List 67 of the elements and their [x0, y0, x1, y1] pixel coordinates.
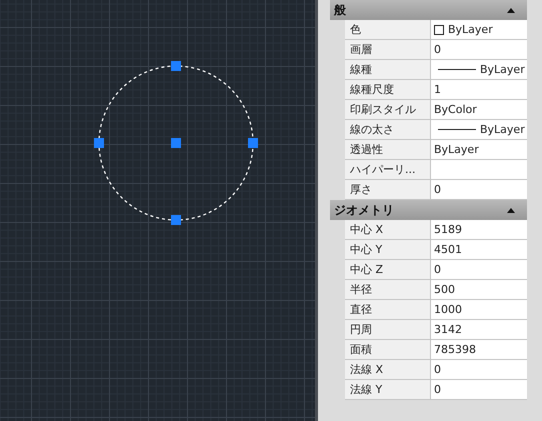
property-value[interactable]: ByLayer	[431, 60, 527, 79]
property-label: 直径	[345, 300, 431, 319]
property-value[interactable]: 3142	[431, 320, 527, 339]
property-label: 線種	[345, 60, 431, 79]
grip-handle[interactable]	[94, 138, 104, 148]
property-label: 半径	[345, 280, 431, 299]
value-text: 3142	[434, 323, 462, 336]
property-value[interactable]: 1000	[431, 300, 527, 319]
property-value[interactable]: 1	[431, 80, 527, 99]
value-text: 500	[434, 283, 455, 296]
value-text: ByLayer	[448, 23, 493, 36]
value-text: 1	[434, 83, 441, 96]
section-header[interactable]: 般	[330, 0, 527, 20]
property-value[interactable]: 785398	[431, 340, 527, 359]
property-label: 中心 Z	[345, 260, 431, 279]
value-text: ByLayer	[434, 143, 479, 156]
property-label: ハイパーリ...	[345, 160, 431, 179]
property-label: 中心 Y	[345, 240, 431, 259]
line-sample-icon	[438, 69, 476, 70]
value-text: 0	[434, 263, 441, 276]
property-value[interactable]: 0	[431, 260, 527, 279]
value-text: 0	[434, 183, 441, 196]
value-text: 0	[434, 383, 441, 396]
property-label: 線の太さ	[345, 120, 431, 139]
section-title: ジオメトリ	[334, 202, 394, 218]
property-label: 法線 Y	[345, 380, 431, 399]
property-value[interactable]: 5189	[431, 220, 527, 239]
grip-handle[interactable]	[171, 61, 181, 71]
collapse-icon[interactable]	[507, 208, 515, 212]
value-text: ByLayer	[480, 123, 525, 136]
section-title: 般	[334, 2, 346, 18]
value-text: 0	[434, 43, 441, 56]
property-label: 中心 X	[345, 220, 431, 239]
property-value[interactable]: 0	[431, 360, 527, 379]
property-value[interactable]: 0	[431, 40, 527, 59]
property-label: 印刷スタイル	[345, 100, 431, 119]
property-value[interactable]	[431, 160, 527, 179]
property-label: 法線 X	[345, 360, 431, 379]
value-text: 785398	[434, 343, 476, 356]
property-label: 画層	[345, 40, 431, 59]
grip-handle[interactable]	[248, 138, 258, 148]
property-label: 円周	[345, 320, 431, 339]
value-text: ByLayer	[480, 63, 525, 76]
property-value[interactable]: ByLayer	[431, 120, 527, 139]
property-value[interactable]: ByColor	[431, 100, 527, 119]
value-text: ByColor	[434, 103, 477, 116]
property-label: 色	[345, 20, 431, 39]
property-value[interactable]: ByLayer	[431, 20, 527, 39]
section-header[interactable]: ジオメトリ	[330, 200, 527, 220]
grip-handle[interactable]	[171, 215, 181, 225]
color-swatch-icon	[434, 24, 444, 34]
property-value[interactable]: 4501	[431, 240, 527, 259]
collapse-icon[interactable]	[507, 8, 515, 12]
property-value[interactable]: 500	[431, 280, 527, 299]
property-value[interactable]: ByLayer	[431, 140, 527, 159]
value-text: 1000	[434, 303, 462, 316]
value-text: 5189	[434, 223, 462, 236]
value-text: 4501	[434, 243, 462, 256]
property-label: 透過性	[345, 140, 431, 159]
property-label: 厚さ	[345, 180, 431, 199]
property-label: 面積	[345, 340, 431, 359]
property-label: 線種尺度	[345, 80, 431, 99]
property-value[interactable]: 0	[431, 380, 527, 399]
line-sample-icon	[438, 129, 476, 130]
grip-handle[interactable]	[171, 138, 181, 148]
property-value[interactable]: 0	[431, 180, 527, 199]
value-text: 0	[434, 363, 441, 376]
